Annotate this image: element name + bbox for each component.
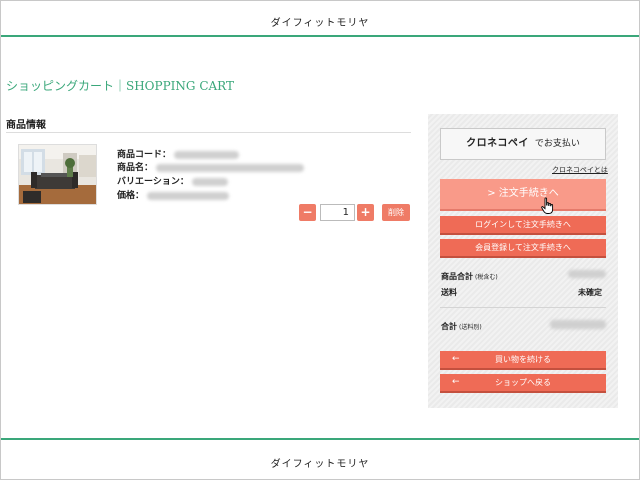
kuroneko-pay-button[interactable]: クロネコペイ でお支払い <box>440 128 606 160</box>
arrow-left-icon: ← <box>452 354 460 364</box>
product-photo <box>19 145 96 204</box>
product-code-row: 商品コード： <box>117 147 240 160</box>
product-variation-value-redacted <box>191 177 228 186</box>
shipping-value: 未確定 <box>578 288 602 297</box>
login-checkout-button[interactable]: ログインして注文手続きへ <box>440 216 606 235</box>
page-title: ショッピングカート｜SHOPPING CART <box>6 79 234 93</box>
total-value <box>550 320 606 329</box>
product-variation-row: バリエーション： <box>117 174 228 187</box>
kuroneko-info-link[interactable]: クロネコペイとは <box>552 165 608 175</box>
total-note: (送料別) <box>459 324 482 331</box>
product-variation-label: バリエーション： <box>117 177 189 187</box>
hand-pointer-icon <box>541 197 554 214</box>
product-code-value-redacted <box>174 150 240 159</box>
subtotal-note: (税含む) <box>475 274 498 281</box>
site-footer: ダイフィットモリヤ <box>1 438 639 471</box>
total-label-text: 合計 <box>441 322 457 331</box>
product-name-row: 商品名： <box>117 160 305 173</box>
product-name-value-redacted <box>156 163 305 172</box>
summary-divider <box>440 307 606 308</box>
product-name-label: 商品名： <box>117 163 154 173</box>
subtotal-value <box>568 269 606 278</box>
subtotal-label-text: 商品合計 <box>441 272 473 281</box>
product-code-label: 商品コード： <box>117 150 172 160</box>
site-header: ダイフィットモリヤ <box>1 1 639 37</box>
kuroneko-pay-suffix: でお支払い <box>534 139 580 149</box>
total-label: 合計 (送料別) <box>441 321 482 332</box>
product-section-heading: 商品情報 <box>6 120 46 131</box>
continue-shopping-label: 買い物を続ける <box>495 355 551 364</box>
footer-shop-name[interactable]: ダイフィットモリヤ <box>271 455 370 470</box>
shipping-label: 送料 <box>441 288 457 297</box>
header-shop-name[interactable]: ダイフィットモリヤ <box>271 14 370 29</box>
subtotal-value-redacted <box>568 269 606 278</box>
section-divider <box>6 132 411 133</box>
register-checkout-button[interactable]: 会員登録して注文手続きへ <box>440 239 606 258</box>
quantity-input[interactable]: 1 <box>320 204 355 221</box>
subtotal-label: 商品合計 (税含む) <box>441 271 498 282</box>
quantity-plus-button[interactable]: + <box>357 204 374 221</box>
total-value-redacted <box>550 320 606 329</box>
quantity-minus-button[interactable]: − <box>299 204 316 221</box>
product-price-value-redacted <box>147 191 230 200</box>
checkout-button[interactable]: > 注文手続きへ <box>440 179 606 211</box>
product-thumbnail[interactable] <box>18 144 97 205</box>
back-to-shop-button[interactable]: ← ショップへ戻る <box>440 374 606 393</box>
arrow-left-icon: ← <box>452 377 460 387</box>
product-price-row: 価格： <box>117 188 230 201</box>
kuroneko-pay-brand: クロネコペイ <box>466 138 529 149</box>
back-to-shop-label: ショップへ戻る <box>495 378 551 387</box>
product-price-label: 価格： <box>117 191 145 201</box>
continue-shopping-button[interactable]: ← 買い物を続ける <box>440 351 606 370</box>
delete-item-button[interactable]: 削除 <box>382 204 410 221</box>
